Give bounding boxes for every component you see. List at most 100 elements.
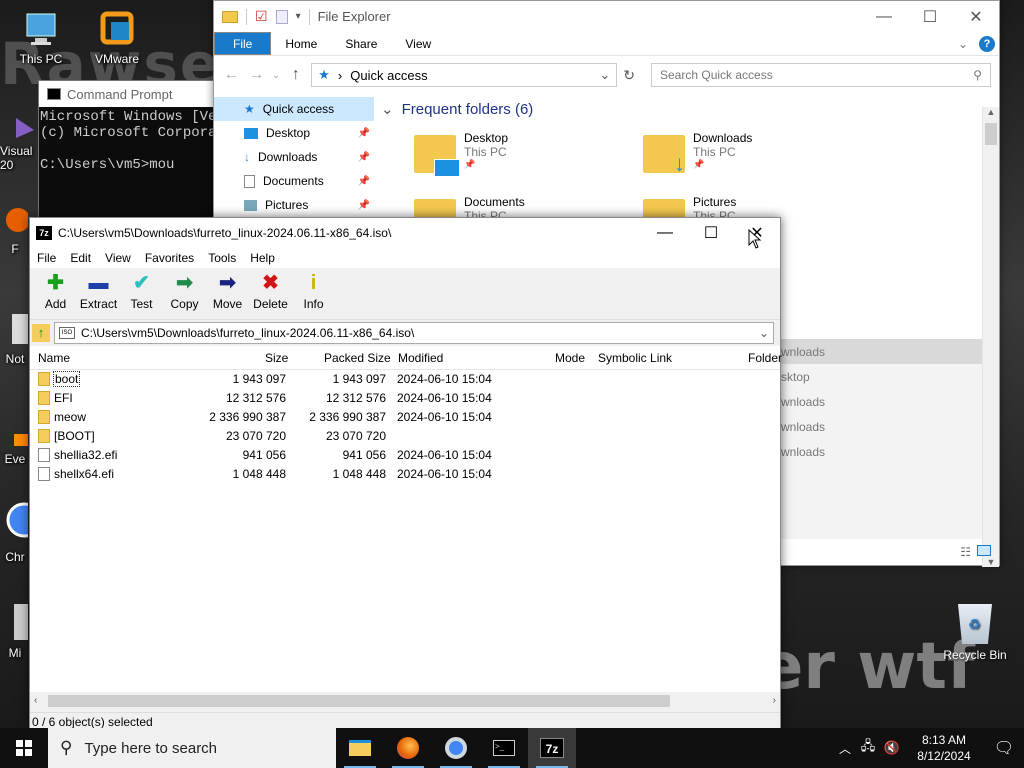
- tab-share[interactable]: Share: [331, 32, 391, 55]
- scroll-up-icon[interactable]: ▲: [983, 107, 999, 117]
- menu-help[interactable]: Help: [243, 251, 282, 265]
- nav-item-downloads[interactable]: ↓ Downloads 📌: [214, 145, 374, 169]
- desktop-icon-recycle-bin[interactable]: ♻ Recycle Bin: [940, 604, 1010, 662]
- start-button[interactable]: [0, 728, 48, 768]
- details-view-icon[interactable]: ☷: [960, 545, 971, 559]
- path-input[interactable]: ISO C:\Users\vm5\Downloads\furreto_linux…: [54, 322, 774, 344]
- cmd-titlebar[interactable]: Command Prompt: [39, 81, 217, 107]
- 7zip-titlebar[interactable]: 7z C:\Users\vm5\Downloads\furreto_linux-…: [30, 218, 780, 248]
- column-header-modified[interactable]: Modified: [398, 351, 443, 365]
- menu-tools[interactable]: Tools: [201, 251, 243, 265]
- add-button[interactable]: ✚ Add: [34, 272, 77, 311]
- desktop-icon-visual-studio[interactable]: Visual 20: [0, 112, 40, 172]
- new-folder-icon[interactable]: [275, 9, 288, 24]
- taskbar-7zip[interactable]: 7z: [528, 728, 576, 768]
- move-button[interactable]: ➡ Move: [206, 272, 249, 311]
- tab-home[interactable]: Home: [271, 32, 331, 55]
- properties-icon[interactable]: ☑: [255, 8, 268, 25]
- column-header-symbolic-link[interactable]: Symbolic Link: [598, 351, 672, 365]
- maximize-button[interactable]: ☐: [688, 218, 734, 248]
- menu-view[interactable]: View: [98, 251, 138, 265]
- table-row[interactable]: EFI 12 312 576 12 312 576 2024-06-10 15:04: [30, 389, 780, 408]
- minimize-button[interactable]: —: [642, 218, 688, 248]
- nav-item-desktop[interactable]: Desktop 📌: [214, 121, 374, 145]
- up-icon[interactable]: ↑: [286, 66, 305, 84]
- desktop-icon-f[interactable]: F: [0, 200, 30, 256]
- table-row[interactable]: boot 1 943 097 1 943 097 2024-06-10 15:04: [30, 370, 780, 389]
- menu-file[interactable]: File: [30, 251, 63, 265]
- quick-access-toolbar-dropdown[interactable]: ▾: [296, 11, 301, 22]
- menu-favorites[interactable]: Favorites: [138, 251, 201, 265]
- tab-view[interactable]: View: [391, 32, 445, 55]
- recent-locations-icon[interactable]: ⌄: [272, 70, 281, 81]
- scroll-thumb[interactable]: [985, 123, 997, 145]
- taskbar-file-explorer[interactable]: [336, 728, 384, 768]
- network-icon[interactable]: 🖧: [856, 737, 880, 759]
- info-button[interactable]: i Info: [292, 272, 335, 311]
- maximize-button[interactable]: ☐: [907, 1, 953, 32]
- taskbar-firefox[interactable]: [384, 728, 432, 768]
- extract-button[interactable]: ▬ Extract: [77, 272, 120, 311]
- path-dropdown-icon[interactable]: ⌄: [759, 326, 769, 340]
- table-row[interactable]: [BOOT] 23 070 720 23 070 720: [30, 427, 780, 446]
- table-row[interactable]: shellx64.efi 1 048 448 1 048 448 2024-06-10…: [30, 465, 780, 484]
- minimize-button[interactable]: —: [861, 1, 907, 32]
- horizontal-scrollbar[interactable]: ‹ ›: [30, 692, 780, 709]
- list-item[interactable]: wnloads: [779, 339, 999, 364]
- command-prompt-window[interactable]: Command Prompt Microsoft Windows [Ver (c)…: [38, 80, 218, 220]
- table-row[interactable]: shellia32.efi 941 056 941 056 2024-06-10 15…: [30, 446, 780, 465]
- frequent-folders-header[interactable]: ⌄ Frequent folders (6): [379, 97, 999, 121]
- close-button[interactable]: ✕: [953, 1, 999, 32]
- desktop-icon-notepad[interactable]: Not: [0, 310, 30, 366]
- desktop-icon-everything[interactable]: Eve: [0, 410, 30, 466]
- folder-tile-downloads[interactable]: ↓ Downloads This PC 📌: [643, 131, 752, 175]
- tab-file[interactable]: File: [214, 32, 272, 55]
- folder-tile-desktop[interactable]: Desktop This PC 📌: [414, 131, 508, 177]
- clock[interactable]: 8:13 AM 8/12/2024: [904, 732, 984, 764]
- list-item[interactable]: wnloads: [779, 439, 999, 464]
- column-header-folder[interactable]: Folder: [748, 351, 782, 365]
- breadcrumb[interactable]: Quick access: [350, 68, 427, 83]
- delete-button[interactable]: ✖ Delete: [249, 272, 292, 311]
- show-hidden-icons-icon[interactable]: ︿: [834, 740, 856, 757]
- vertical-scrollbar[interactable]: ▲ ▼: [982, 107, 999, 567]
- taskbar-terminal[interactable]: >_: [480, 728, 528, 768]
- list-item[interactable]: sktop: [779, 364, 999, 389]
- taskbar-chrome[interactable]: [432, 728, 480, 768]
- list-item[interactable]: wnloads: [779, 389, 999, 414]
- nav-item-quick-access[interactable]: ★ Quick access: [214, 97, 374, 121]
- desktop-icon-chrome[interactable]: Chr: [0, 496, 42, 564]
- search-input[interactable]: Search Quick access ⚲: [651, 63, 991, 87]
- address-dropdown-icon[interactable]: ⌄: [599, 67, 610, 83]
- desktop-icon-minecraft[interactable]: Mi: [0, 600, 30, 660]
- scroll-right-icon[interactable]: ›: [773, 695, 776, 706]
- volume-muted-icon[interactable]: 🔇: [880, 740, 904, 756]
- column-header-mode[interactable]: Mode: [555, 351, 585, 365]
- column-header-packed-size[interactable]: Packed Size: [324, 351, 391, 365]
- scroll-thumb[interactable]: [48, 694, 670, 707]
- notifications-icon[interactable]: 🗨: [984, 738, 1024, 758]
- address-bar[interactable]: ★ › Quick access ⌄: [311, 63, 618, 87]
- expand-ribbon-icon[interactable]: ⌄: [951, 32, 975, 55]
- scroll-left-icon[interactable]: ‹: [34, 695, 37, 706]
- desktop-icon-this-pc[interactable]: This PC: [4, 10, 78, 66]
- desktop-icon-vmware[interactable]: VMware Workstation: [80, 10, 154, 66]
- explorer-titlebar[interactable]: ☑ ▾ File Explorer — ☐ ✕: [214, 1, 999, 32]
- large-icons-view-icon[interactable]: [977, 545, 991, 556]
- 7zip-window[interactable]: 7z C:\Users\vm5\Downloads\furreto_linux-…: [29, 217, 782, 728]
- menu-edit[interactable]: Edit: [63, 251, 98, 265]
- refresh-icon[interactable]: ↻: [623, 67, 635, 84]
- copy-button[interactable]: ➡ Copy: [163, 272, 206, 311]
- table-row[interactable]: meow 2 336 990 387 2 336 990 387 2024-06-10…: [30, 408, 780, 427]
- up-folder-icon[interactable]: ↑: [32, 324, 50, 342]
- back-icon[interactable]: ←: [222, 66, 241, 84]
- forward-icon[interactable]: →: [247, 66, 266, 84]
- help-icon[interactable]: ?: [975, 32, 999, 55]
- column-header-size[interactable]: Size: [265, 351, 288, 365]
- list-item[interactable]: wnloads: [779, 414, 999, 439]
- test-button[interactable]: ✔ Test: [120, 272, 163, 311]
- nav-item-pictures[interactable]: Pictures 📌: [214, 193, 374, 217]
- column-header-name[interactable]: Name: [38, 351, 70, 365]
- nav-item-documents[interactable]: Documents 📌: [214, 169, 374, 193]
- taskbar-search-box[interactable]: ⚲ Type here to search: [48, 728, 336, 768]
